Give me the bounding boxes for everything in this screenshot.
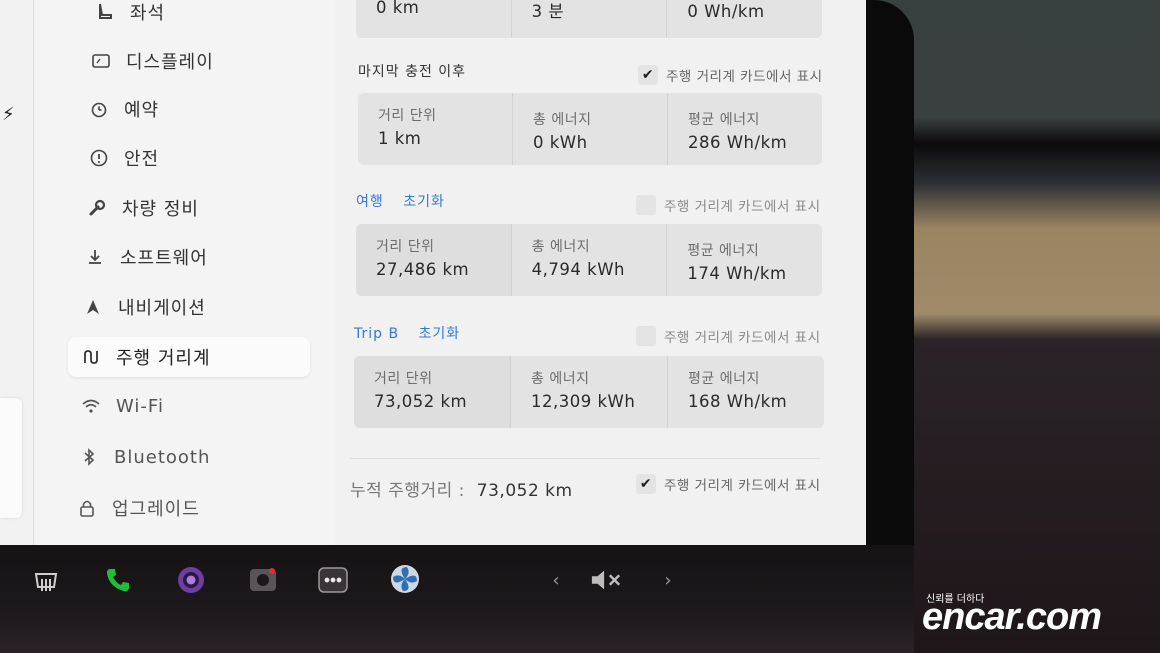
last-charge-stats-panel: 거리 단위 1 km 총 에너지 0 kWh 평균 에너지 286 Wh/km	[358, 93, 822, 165]
trips-content: 0 km 3 분 0 Wh/km 마지막 충전 이후 ✔ 주행 거리계 카드에서…	[334, 0, 866, 545]
sidebar-item-schedule[interactable]: 예약	[88, 89, 159, 129]
touchscreen: ⚡ 좌석 디스플레이 예약 안전 차량 정비 소프트웨어 내비게이션 주행 거리…	[0, 0, 866, 545]
sidebar-item-upgrades[interactable]: 업그레이드	[76, 488, 200, 528]
stat-energy: 총 에너지 12,309 kWh	[511, 356, 668, 428]
navigation-icon	[82, 296, 104, 318]
trip-b-card-toggle[interactable]: 주행 거리계 카드에서 표시	[636, 326, 821, 346]
stat-energy: 총 에너지 0 kWh	[513, 93, 668, 165]
sidebar-item-service[interactable]: 차량 정비	[86, 188, 199, 228]
last-charge-card-toggle[interactable]: ✔ 주행 거리계 카드에서 표시	[638, 65, 823, 85]
display-icon	[90, 50, 112, 72]
trip-b-reset-button[interactable]: 초기화	[419, 326, 461, 342]
checkbox-checked-icon[interactable]: ✔	[636, 474, 656, 494]
dashcam-icon[interactable]	[247, 564, 279, 596]
trip-a-card-toggle[interactable]: 주행 거리계 카드에서 표시	[636, 195, 821, 215]
checkbox-checked-icon[interactable]: ✔	[638, 65, 658, 85]
charging-bolt-icon: ⚡	[2, 104, 15, 125]
wifi-icon	[80, 395, 102, 417]
camera-app-icon[interactable]	[175, 564, 207, 596]
bluetooth-icon	[78, 446, 100, 468]
sidebar-item-navigation[interactable]: 내비게이션	[82, 287, 206, 327]
stat-distance: 거리 단위 73,052 km	[354, 356, 511, 428]
trip-b-stats-panel: 거리 단위 73,052 km 총 에너지 12,309 kWh 평균 에너지 …	[354, 356, 824, 428]
sidebar-item-trips[interactable]: 주행 거리계	[68, 337, 310, 377]
fan-icon[interactable]	[389, 563, 421, 595]
trip-icon	[80, 346, 102, 368]
phone-icon[interactable]	[102, 564, 134, 596]
stat-avg-energy: 평균 에너지 168 Wh/km	[688, 371, 788, 411]
trip-a-title: 여행 초기화	[356, 191, 445, 211]
odometer-readout: 누적 주행거리 : 73,052 km	[350, 476, 573, 501]
trip-a-stats-panel: 거리 단위 27,486 km 총 에너지 4,794 kWh 평균 에너지 1…	[356, 224, 822, 296]
odometer-card-toggle[interactable]: ✔ 주행 거리계 카드에서 표시	[636, 474, 821, 494]
stat-distance: 거리 단위 27,486 km	[356, 224, 512, 296]
top-stat-distance: 0 km	[356, 0, 512, 38]
encar-watermark: 신뢰를 더하다 encar.com	[922, 590, 1152, 640]
trip-b-title: Trip B 초기화	[354, 323, 460, 343]
top-stat-energy: 0 Wh/km	[687, 2, 765, 21]
checkbox-unchecked-icon[interactable]	[636, 195, 656, 215]
trip-a-name: 여행	[356, 194, 384, 210]
settings-sidebar: 좌석 디스플레이 예약 안전 차량 정비 소프트웨어 내비게이션 주행 거리계 …	[34, 0, 334, 545]
more-icon[interactable]	[317, 564, 349, 596]
top-stat-duration: 3 분	[512, 0, 668, 38]
sidebar-item-display[interactable]: 디스플레이	[90, 41, 214, 81]
taskbar-area	[0, 545, 914, 653]
sidebar-item-wifi[interactable]: Wi-Fi	[80, 386, 164, 426]
side-card	[0, 398, 22, 518]
next-icon[interactable]: ›	[652, 564, 684, 596]
seat-icon	[94, 1, 116, 23]
seat-heater-icon[interactable]	[30, 565, 62, 597]
mute-icon[interactable]	[590, 564, 622, 596]
odometer-value: 73,052 km	[476, 481, 573, 501]
sidebar-item-bluetooth[interactable]: Bluetooth	[78, 437, 210, 477]
stat-energy: 총 에너지 4,794 kWh	[512, 224, 668, 296]
info-icon	[88, 147, 110, 169]
left-status-strip: ⚡	[0, 0, 34, 545]
last-charge-title: 마지막 충전 이후	[358, 64, 467, 80]
sidebar-item-safety[interactable]: 안전	[88, 138, 159, 178]
download-icon	[84, 246, 106, 268]
checkbox-unchecked-icon[interactable]	[636, 326, 656, 346]
stat-avg-energy: 평균 에너지 286 Wh/km	[688, 112, 788, 152]
sidebar-item-seat[interactable]: 좌석	[94, 0, 165, 32]
trip-a-reset-button[interactable]: 초기화	[403, 194, 445, 210]
watermark-logo: encar.com	[922, 596, 1102, 638]
prev-icon[interactable]: ‹	[540, 564, 572, 596]
stat-distance: 거리 단위 1 km	[358, 93, 513, 165]
alarm-icon	[88, 98, 110, 120]
sidebar-item-software[interactable]: 소프트웨어	[84, 237, 208, 277]
wrench-icon	[86, 197, 108, 219]
divider	[350, 458, 820, 459]
stat-avg-energy: 평균 에너지 174 Wh/km	[687, 243, 787, 283]
odometer-label: 누적 주행거리 :	[350, 481, 465, 501]
top-stats-panel: 0 km 3 분 0 Wh/km	[356, 0, 822, 38]
trip-b-name: Trip B	[354, 326, 400, 342]
lock-icon	[76, 497, 98, 519]
